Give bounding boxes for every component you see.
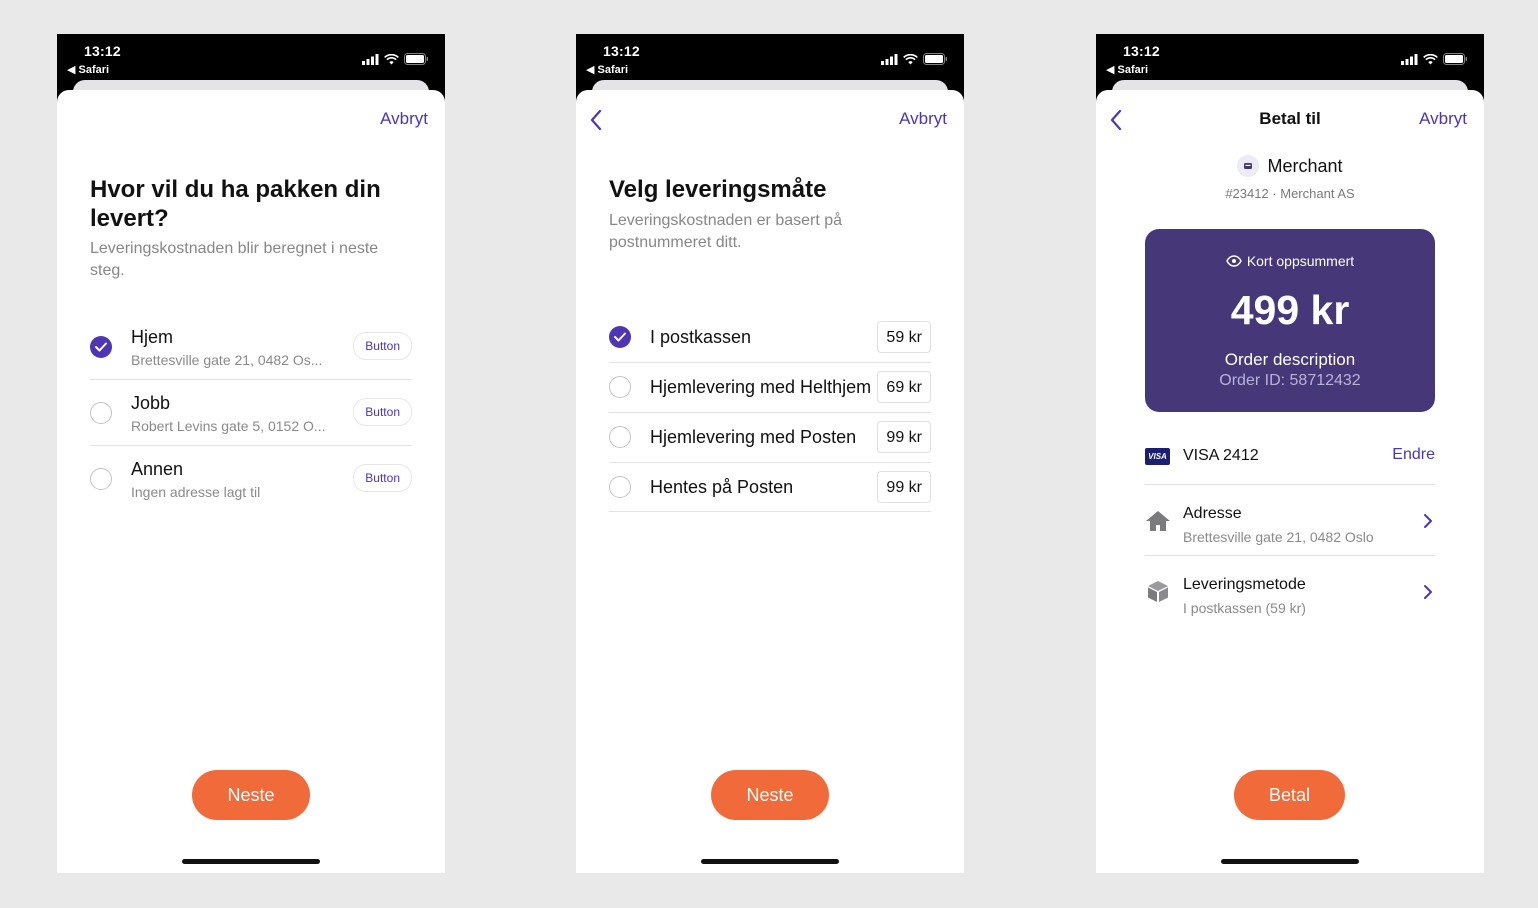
radio-checked-icon[interactable]	[609, 326, 631, 348]
back-to-safari[interactable]: ◀ Safari	[67, 63, 109, 76]
delivery-price: 59 kr	[877, 321, 931, 353]
next-button[interactable]: Neste	[711, 770, 829, 820]
delivery-option-posten-pickup[interactable]: Hentes på Posten 99 kr	[576, 462, 964, 512]
delivery-option-label: Hjemlevering med Helthjem	[650, 377, 872, 397]
payment-method-row: VISA VISA 2412 Endre	[1145, 435, 1435, 485]
delivery-option-label: Hjemlevering med Posten	[650, 427, 857, 447]
radio-unchecked-icon[interactable]	[90, 468, 112, 490]
phone-screen-delivery: 13:12 ◀ Safari Avbryt Velg leveringsmåte…	[576, 34, 964, 873]
delivery-price: 69 kr	[877, 371, 931, 403]
pay-button[interactable]: Betal	[1234, 770, 1345, 820]
package-icon	[1148, 581, 1168, 602]
phone-screen-address: 13:12 ◀ Safari Avbryt Hvor vil du ha pak…	[57, 34, 445, 873]
home-icon	[1146, 511, 1170, 531]
cancel-button[interactable]: Avbryt	[380, 109, 428, 129]
delivery-option-label: I postkassen	[650, 327, 752, 347]
merchant-logo-icon	[1237, 155, 1260, 177]
delivery-option-posten-home[interactable]: Hjemlevering med Posten 99 kr	[576, 412, 964, 462]
card-label: VISA 2412	[1183, 447, 1259, 464]
address-name: Hjem	[131, 327, 174, 347]
address-value: Brettesville gate 21, 0482 Oslo	[1183, 529, 1374, 545]
order-id: Order ID: 58712432	[1219, 372, 1361, 389]
merchant-meta: #23412 · Merchant AS	[1225, 186, 1355, 201]
delivery-title: Leveringsmetode	[1183, 576, 1306, 593]
system-icons	[881, 53, 948, 65]
bottom-sheet: Avbryt Hvor vil du ha pakken din levert?…	[57, 90, 445, 873]
wifi-icon	[384, 53, 399, 64]
back-to-safari[interactable]: ◀ Safari	[1106, 63, 1148, 76]
status-time: 13:12	[84, 43, 121, 59]
chevron-right-icon	[1424, 514, 1432, 528]
address-text: Ingen adresse lagt til	[131, 484, 261, 500]
battery-icon	[923, 53, 947, 65]
signal-icon	[881, 53, 898, 65]
card-header-label: Kort oppsummert	[1246, 253, 1355, 269]
home-indicator	[701, 859, 839, 864]
system-icons	[362, 53, 429, 65]
signal-icon	[1401, 53, 1418, 65]
order-amount: 499 kr	[1230, 287, 1350, 333]
radio-unchecked-icon[interactable]	[90, 402, 112, 424]
address-option-work[interactable]: Jobb Robert Levins gate 5, 0152 O... But…	[57, 380, 445, 446]
delivery-option-helthjem[interactable]: Hjemlevering med Helthjem 69 kr	[576, 362, 964, 412]
phone-screen-payment: 13:12 ◀ Safari Betal til Avbryt Merchant…	[1096, 34, 1484, 873]
address-text: Robert Levins gate 5, 0152 O...	[131, 418, 326, 434]
address-title: Adresse	[1183, 505, 1242, 522]
order-description: Order description	[1224, 350, 1356, 369]
radio-checked-icon[interactable]	[90, 336, 112, 358]
change-payment-button[interactable]: Endre	[1392, 446, 1435, 464]
battery-icon	[404, 53, 428, 65]
back-to-safari[interactable]: ◀ Safari	[586, 63, 628, 76]
status-time: 13:12	[603, 43, 640, 59]
merchant-name: Merchant	[1267, 155, 1343, 176]
home-indicator	[1221, 859, 1359, 864]
address-option-home[interactable]: Hjem Brettesville gate 21, 0482 Os... Bu…	[57, 314, 445, 380]
order-summary-card: Kort oppsummert 499 kr Order description…	[1145, 229, 1435, 412]
radio-unchecked-icon[interactable]	[609, 476, 631, 498]
wifi-icon	[903, 53, 918, 64]
divider	[609, 511, 931, 512]
page-subtitle: Leveringskostnaden er basert på postnumm…	[609, 212, 843, 251]
address-name: Annen	[131, 459, 184, 479]
page-subtitle: Leveringskostnaden blir beregnet i neste…	[90, 240, 379, 279]
card-header[interactable]: Kort oppsummert	[1145, 253, 1435, 269]
wifi-icon	[1423, 53, 1438, 64]
delivery-price: 99 kr	[877, 471, 931, 503]
bottom-sheet: Betal til Avbryt Merchant #23412 · Merch…	[1096, 90, 1484, 873]
system-icons	[1401, 53, 1468, 65]
delivery-price: 99 kr	[877, 421, 931, 453]
eye-icon	[1226, 255, 1242, 267]
address-name: Jobb	[131, 393, 171, 413]
delivery-option-mailbox[interactable]: I postkassen 59 kr	[576, 312, 964, 362]
delivery-value: I postkassen (59 kr)	[1183, 600, 1306, 616]
merchant-header: Merchant	[1096, 155, 1484, 177]
delivery-method-row[interactable]: Leveringsmetode I postkassen (59 kr)	[1145, 556, 1435, 626]
cancel-button[interactable]: Avbryt	[1419, 109, 1467, 129]
battery-icon	[1443, 53, 1467, 65]
address-action-button[interactable]: Button	[353, 398, 412, 426]
address-text: Brettesville gate 21, 0482 Os...	[131, 352, 323, 368]
address-row[interactable]: Adresse Brettesville gate 21, 0482 Oslo	[1145, 485, 1435, 555]
cancel-button[interactable]: Avbryt	[899, 109, 947, 129]
page-title: Hvor vil du ha pakken din levert?	[90, 176, 381, 232]
next-button[interactable]: Neste	[192, 770, 310, 820]
visa-card-icon: VISA	[1145, 448, 1170, 465]
home-indicator	[182, 859, 320, 864]
signal-icon	[362, 53, 379, 65]
address-action-button[interactable]: Button	[353, 332, 412, 360]
address-option-other[interactable]: Annen Ingen adresse lagt til Button	[57, 446, 445, 512]
radio-unchecked-icon[interactable]	[609, 426, 631, 448]
chevron-right-icon	[1424, 585, 1432, 599]
bottom-sheet: Avbryt Velg leveringsmåte Leveringskostn…	[576, 90, 964, 873]
back-chevron-icon[interactable]	[589, 109, 603, 131]
radio-unchecked-icon[interactable]	[609, 376, 631, 398]
delivery-option-label: Hentes på Posten	[650, 477, 794, 497]
address-action-button[interactable]: Button	[353, 464, 412, 492]
page-title: Velg leveringsmåte	[609, 176, 827, 203]
status-time: 13:12	[1123, 43, 1160, 59]
